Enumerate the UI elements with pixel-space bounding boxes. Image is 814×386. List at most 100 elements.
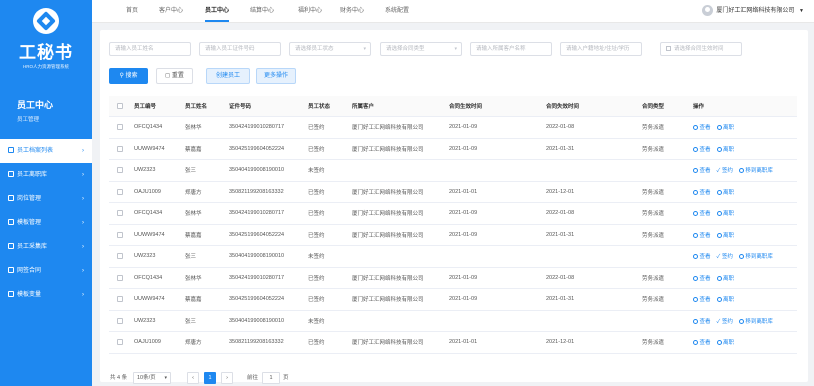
row-checkbox[interactable] [117, 317, 123, 324]
row-action-link[interactable]: 离职 [716, 211, 734, 217]
table-row: UUWW9474 蔡嘉嘉 350425199604052224 已签约 厦门好工汇网络科… [109, 138, 797, 160]
user-menu[interactable]: 厦门好工汇网络科技有限公司 ▼ [702, 5, 804, 17]
nav-tab[interactable]: 福利中心 [298, 0, 322, 22]
table-cell: 2022-01-08 [543, 202, 639, 225]
contract-date-picker[interactable]: 请选择合同生效时间 [660, 42, 742, 56]
table-cell: 厦门好工汇网络科技有限公司 [349, 138, 446, 160]
table-row: UUWW9474 蔡嘉嘉 350425199604052224 已签约 厦门好工汇网络科… [109, 288, 797, 311]
row-checkbox[interactable] [117, 231, 123, 238]
row-checkbox[interactable] [117, 274, 123, 281]
status-select[interactable]: 请选择员工状态 [289, 42, 371, 56]
row-action-link[interactable]: ✓ 签约 [717, 319, 733, 325]
reset-icon: ◻ [165, 73, 172, 79]
logo-mark-icon [33, 8, 59, 34]
prev-page-button[interactable]: ‹ [187, 372, 199, 384]
table-cell: 已签约 [305, 267, 349, 289]
address-input[interactable]: 请输入户籍地址/住址/学历 [560, 42, 642, 56]
row-action-link[interactable]: 离职 [716, 190, 734, 196]
row-action-link[interactable]: 查看 [693, 233, 711, 239]
table-cell: 张林华 [182, 202, 226, 225]
table-row: UW2323 张三 350404199008190010 未签约 查看 ✓ 签约 移到离职库 [109, 310, 797, 332]
sidebar-item-label: 岗位管理 [17, 196, 42, 202]
column-header: 员工编号 [131, 96, 182, 117]
sidebar-item-label: 员工采集库 [17, 244, 48, 250]
row-action-link[interactable]: 查看 [693, 125, 711, 131]
table-cell: 已签约 [305, 224, 349, 246]
customer-input[interactable]: 请输入所属客户名称 [470, 42, 552, 56]
row-action-link[interactable]: 查看 [693, 190, 711, 196]
nav-tab[interactable]: 结算中心 [250, 0, 274, 22]
chevron-right-icon: › [82, 292, 84, 298]
search-button[interactable]: ⚲ 搜索 [109, 68, 148, 84]
table-cell: 已签约 [305, 181, 349, 203]
row-checkbox[interactable] [117, 124, 123, 131]
row-action-link[interactable]: ✓ 签约 [717, 168, 733, 174]
menu-item-icon [8, 195, 14, 202]
sidebar-item[interactable]: 网签合同 › [0, 259, 92, 283]
select-all-checkbox[interactable] [117, 102, 123, 109]
row-action-link[interactable]: 离职 [716, 276, 734, 282]
contract-type-select[interactable]: 请选择合同类型 [380, 42, 462, 56]
next-page-button[interactable]: › [221, 372, 233, 384]
sidebar-item[interactable]: 模板管理 › [0, 211, 92, 235]
row-action-link[interactable]: 移到离职库 [738, 168, 773, 174]
table-cell: OAJU1009 [131, 181, 182, 203]
row-action-link[interactable]: 查看 [693, 276, 711, 282]
column-header: 所属客户 [349, 96, 446, 117]
nav-tab[interactable]: 员工中心 [205, 0, 230, 22]
row-action-link[interactable]: 查看 [693, 319, 711, 325]
row-checkbox[interactable] [117, 339, 123, 346]
row-actions: 查看 离职 [690, 138, 797, 160]
sidebar-item[interactable]: 员工离职库 › [0, 163, 92, 187]
table-cell: 张三 [182, 245, 226, 268]
sidebar-item[interactable]: 岗位管理 › [0, 187, 92, 211]
sidebar-item[interactable]: 模板变量 › [0, 283, 92, 307]
row-action-link[interactable]: 查看 [693, 168, 711, 174]
current-page[interactable]: 1 [204, 372, 216, 384]
row-action-link[interactable]: 查看 [693, 254, 711, 260]
sidebar-item[interactable]: 员工档案列表 › [0, 139, 92, 163]
table-cell: 350404199008190010 [226, 245, 305, 268]
table-cell: 劳务派遣 [639, 116, 690, 139]
create-employee-button[interactable]: 创建员工 [206, 68, 250, 84]
row-actions: 查看 离职 [690, 116, 797, 139]
more-actions-button[interactable]: 更多操作 [256, 68, 296, 84]
reset-button[interactable]: ◻ 重置 [156, 68, 193, 84]
row-action-link[interactable]: 离职 [716, 233, 734, 239]
row-checkbox[interactable] [117, 145, 123, 152]
nav-tab[interactable]: 首页 [126, 0, 138, 22]
table-cell: 350425199604052224 [226, 288, 305, 311]
row-checkbox[interactable] [117, 210, 123, 217]
row-action-link[interactable]: 移到离职库 [738, 319, 773, 325]
column-header: 合同失效时间 [543, 96, 639, 117]
chevron-right-icon: › [82, 172, 84, 178]
table-cell: 已签约 [305, 288, 349, 311]
row-action-link[interactable]: 离职 [716, 297, 734, 303]
table-cell: 劳务派遣 [639, 224, 690, 246]
row-action-link[interactable]: 查看 [693, 211, 711, 217]
row-checkbox[interactable] [117, 253, 123, 260]
row-checkbox[interactable] [117, 296, 123, 303]
row-checkbox[interactable] [117, 188, 123, 195]
nav-tab[interactable]: 财务中心 [340, 0, 364, 22]
chevron-down-icon: ▾ [164, 375, 167, 381]
row-action-link[interactable]: 查看 [693, 297, 711, 303]
id-number-input[interactable]: 请输入员工证件号码 [199, 42, 281, 56]
nav-tab[interactable]: 系统配置 [385, 0, 409, 22]
row-action-link[interactable]: ✓ 签约 [717, 254, 733, 260]
row-action-link[interactable]: 离职 [716, 125, 734, 131]
row-action-link[interactable]: 查看 [693, 147, 711, 153]
employee-name-input[interactable]: 请输入员工姓名 [109, 42, 191, 56]
table-cell: 郑唐方 [182, 181, 226, 203]
nav-tab[interactable]: 客户中心 [159, 0, 183, 22]
row-action-link[interactable]: 查看 [693, 340, 711, 346]
page-size-select[interactable]: 10条/页 ▾ [133, 372, 171, 384]
sidebar-item[interactable]: 员工采集库 › [0, 235, 92, 259]
row-action-link[interactable]: 移到离职库 [738, 254, 773, 260]
row-action-link[interactable]: 离职 [716, 340, 734, 346]
row-checkbox[interactable] [117, 167, 123, 174]
goto-page-input[interactable]: 1 [262, 372, 280, 384]
row-action-link[interactable]: 离职 [716, 147, 734, 153]
table-cell: 2021-01-09 [446, 224, 543, 246]
table-cell [639, 310, 690, 332]
